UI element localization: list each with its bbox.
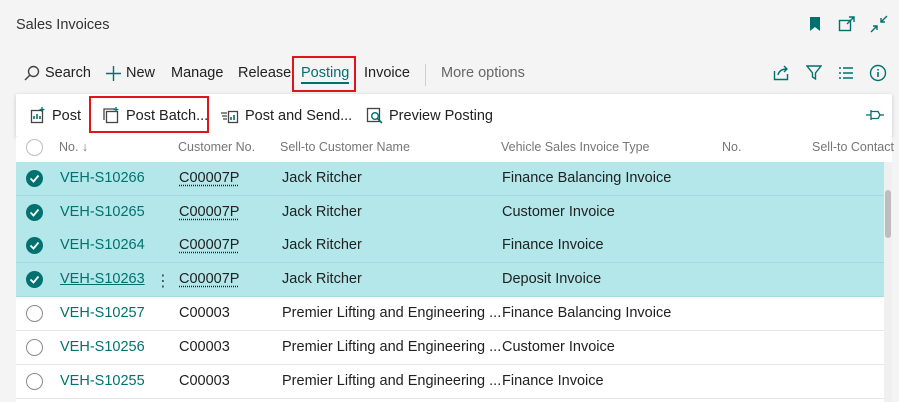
invoice-button[interactable]: Invoice [364,65,410,81]
invoice-no-link[interactable]: VEH-S10263 [60,271,145,287]
new-button[interactable]: New [106,65,155,81]
customer-no-link[interactable]: C00007P [179,204,239,220]
open-new-window-icon[interactable] [837,14,857,34]
row-checkbox[interactable] [26,170,43,187]
customer-no-link[interactable]: C00007P [179,271,239,287]
post-and-send-button[interactable]: Post and Send... [221,107,352,124]
vertical-scrollbar[interactable] [884,162,892,402]
invoice-type: Finance Invoice [502,237,604,253]
post-and-send-icon [221,110,239,124]
column-header-no-2[interactable]: No. [722,140,741,154]
row-checkbox[interactable] [26,271,43,288]
invoice-no-link[interactable]: VEH-S10266 [60,170,145,186]
customer-name: Jack Ritcher [282,204,362,220]
customer-no-link[interactable]: C00007P [179,170,239,186]
preview-posting-label: Preview Posting [389,107,493,124]
scrollbar-thumb[interactable] [885,190,891,238]
column-header-no[interactable]: No. ↓ [59,140,88,154]
customer-no: C00003 [179,305,230,321]
release-label: Release [238,65,292,81]
invoice-type: Deposit Invoice [502,271,602,287]
table-row[interactable]: VEH-S10263 ⋮ C00007P Jack Ritcher Deposi… [16,263,884,297]
customer-name: Jack Ritcher [282,170,362,186]
customer-name: Jack Ritcher [282,271,362,287]
row-checkbox[interactable] [26,305,43,322]
column-header-sell-to-name[interactable]: Sell-to Customer Name [280,140,410,154]
select-all-checkbox[interactable] [26,139,43,156]
invoice-list: No. ↓ Customer No. Sell-to Customer Name… [16,137,894,402]
list-header: No. ↓ Customer No. Sell-to Customer Name… [16,137,894,162]
post-and-send-label: Post and Send... [245,107,353,124]
row-checkbox[interactable] [26,237,43,254]
manage-label: Manage [171,65,224,81]
action-separator [425,64,426,86]
plus-icon [106,65,121,81]
preview-posting-button[interactable]: Preview Posting [366,107,493,124]
post-icon [30,107,45,124]
preview-posting-icon [366,107,383,124]
search-icon [24,65,40,81]
posting-label: Posting [301,65,350,84]
column-header-sell-to-contact[interactable]: Sell-to Contact [812,140,894,154]
customer-name: Jack Ritcher [282,237,362,253]
row-checkbox[interactable] [26,339,43,356]
post-batch-label: Post Batch... [126,107,209,124]
table-row[interactable]: VEH-S10257 C00003 Premier Lifting and En… [16,297,884,331]
more-options-label: More options [441,65,525,81]
invoice-type: Finance Balancing Invoice [502,305,672,321]
info-icon[interactable] [869,64,887,82]
title-bar: Sales Invoices [0,0,899,54]
column-header-customer-no[interactable]: Customer No. [178,140,255,154]
customer-name: Premier Lifting and Engineering ... [282,373,502,389]
action-bar: Search New Manage Release Posting Invoic… [0,54,899,94]
posting-tab[interactable]: Posting [301,65,350,84]
row-checkbox[interactable] [26,373,43,390]
search-label: Search [45,65,91,81]
row-actions-icon[interactable]: ⋮ [155,271,171,291]
invoice-type: Customer Invoice [502,204,615,220]
pin-icon[interactable] [866,108,884,127]
more-options-button[interactable]: More options [441,65,525,81]
list-view-icon[interactable] [837,64,855,82]
manage-button[interactable]: Manage [171,65,223,81]
invoice-label: Invoice [364,65,410,81]
post-button[interactable]: Post [30,107,81,124]
right-action-icons [773,64,887,82]
table-row[interactable]: VEH-S10266 C00007P Jack Ritcher Finance … [16,162,884,196]
collapse-icon[interactable] [869,14,889,34]
post-label: Post [52,107,82,124]
page-title: Sales Invoices [16,17,110,33]
post-batch-icon [103,107,119,124]
invoice-type: Finance Invoice [502,373,604,389]
release-button[interactable]: Release [238,65,291,81]
customer-name: Premier Lifting and Engineering ... [282,339,502,355]
column-header-type[interactable]: Vehicle Sales Invoice Type [501,140,649,154]
invoice-no-link[interactable]: VEH-S10264 [60,237,145,253]
invoice-no-link[interactable]: VEH-S10255 [60,373,145,389]
invoice-type: Customer Invoice [502,339,615,355]
row-checkbox[interactable] [26,204,43,221]
new-label: New [126,65,156,81]
bookmark-icon[interactable] [805,14,825,34]
invoice-no-link[interactable]: VEH-S10265 [60,204,145,220]
posting-submenu: Post Post Batch... Post and Send... Prev… [16,94,892,137]
post-batch-button[interactable]: Post Batch... [102,107,208,124]
customer-no-link[interactable]: C00007P [179,237,239,253]
table-row[interactable]: VEH-S10256 C00003 Premier Lifting and En… [16,331,884,365]
invoice-type: Finance Balancing Invoice [502,170,672,186]
search-button[interactable]: Search [24,65,91,81]
table-row[interactable]: VEH-S10255 C00003 Premier Lifting and En… [16,365,884,399]
customer-no: C00003 [179,373,230,389]
title-icons [805,14,889,34]
table-row[interactable]: VEH-S10265 C00007P Jack Ritcher Customer… [16,196,884,230]
invoice-no-link[interactable]: VEH-S10257 [60,305,145,321]
table-row[interactable]: VEH-S10264 C00007P Jack Ritcher Finance … [16,229,884,263]
customer-no: C00003 [179,339,230,355]
invoice-no-link[interactable]: VEH-S10256 [60,339,145,355]
filter-icon[interactable] [805,64,823,82]
customer-name: Premier Lifting and Engineering ... [282,305,502,321]
share-icon[interactable] [773,64,791,82]
